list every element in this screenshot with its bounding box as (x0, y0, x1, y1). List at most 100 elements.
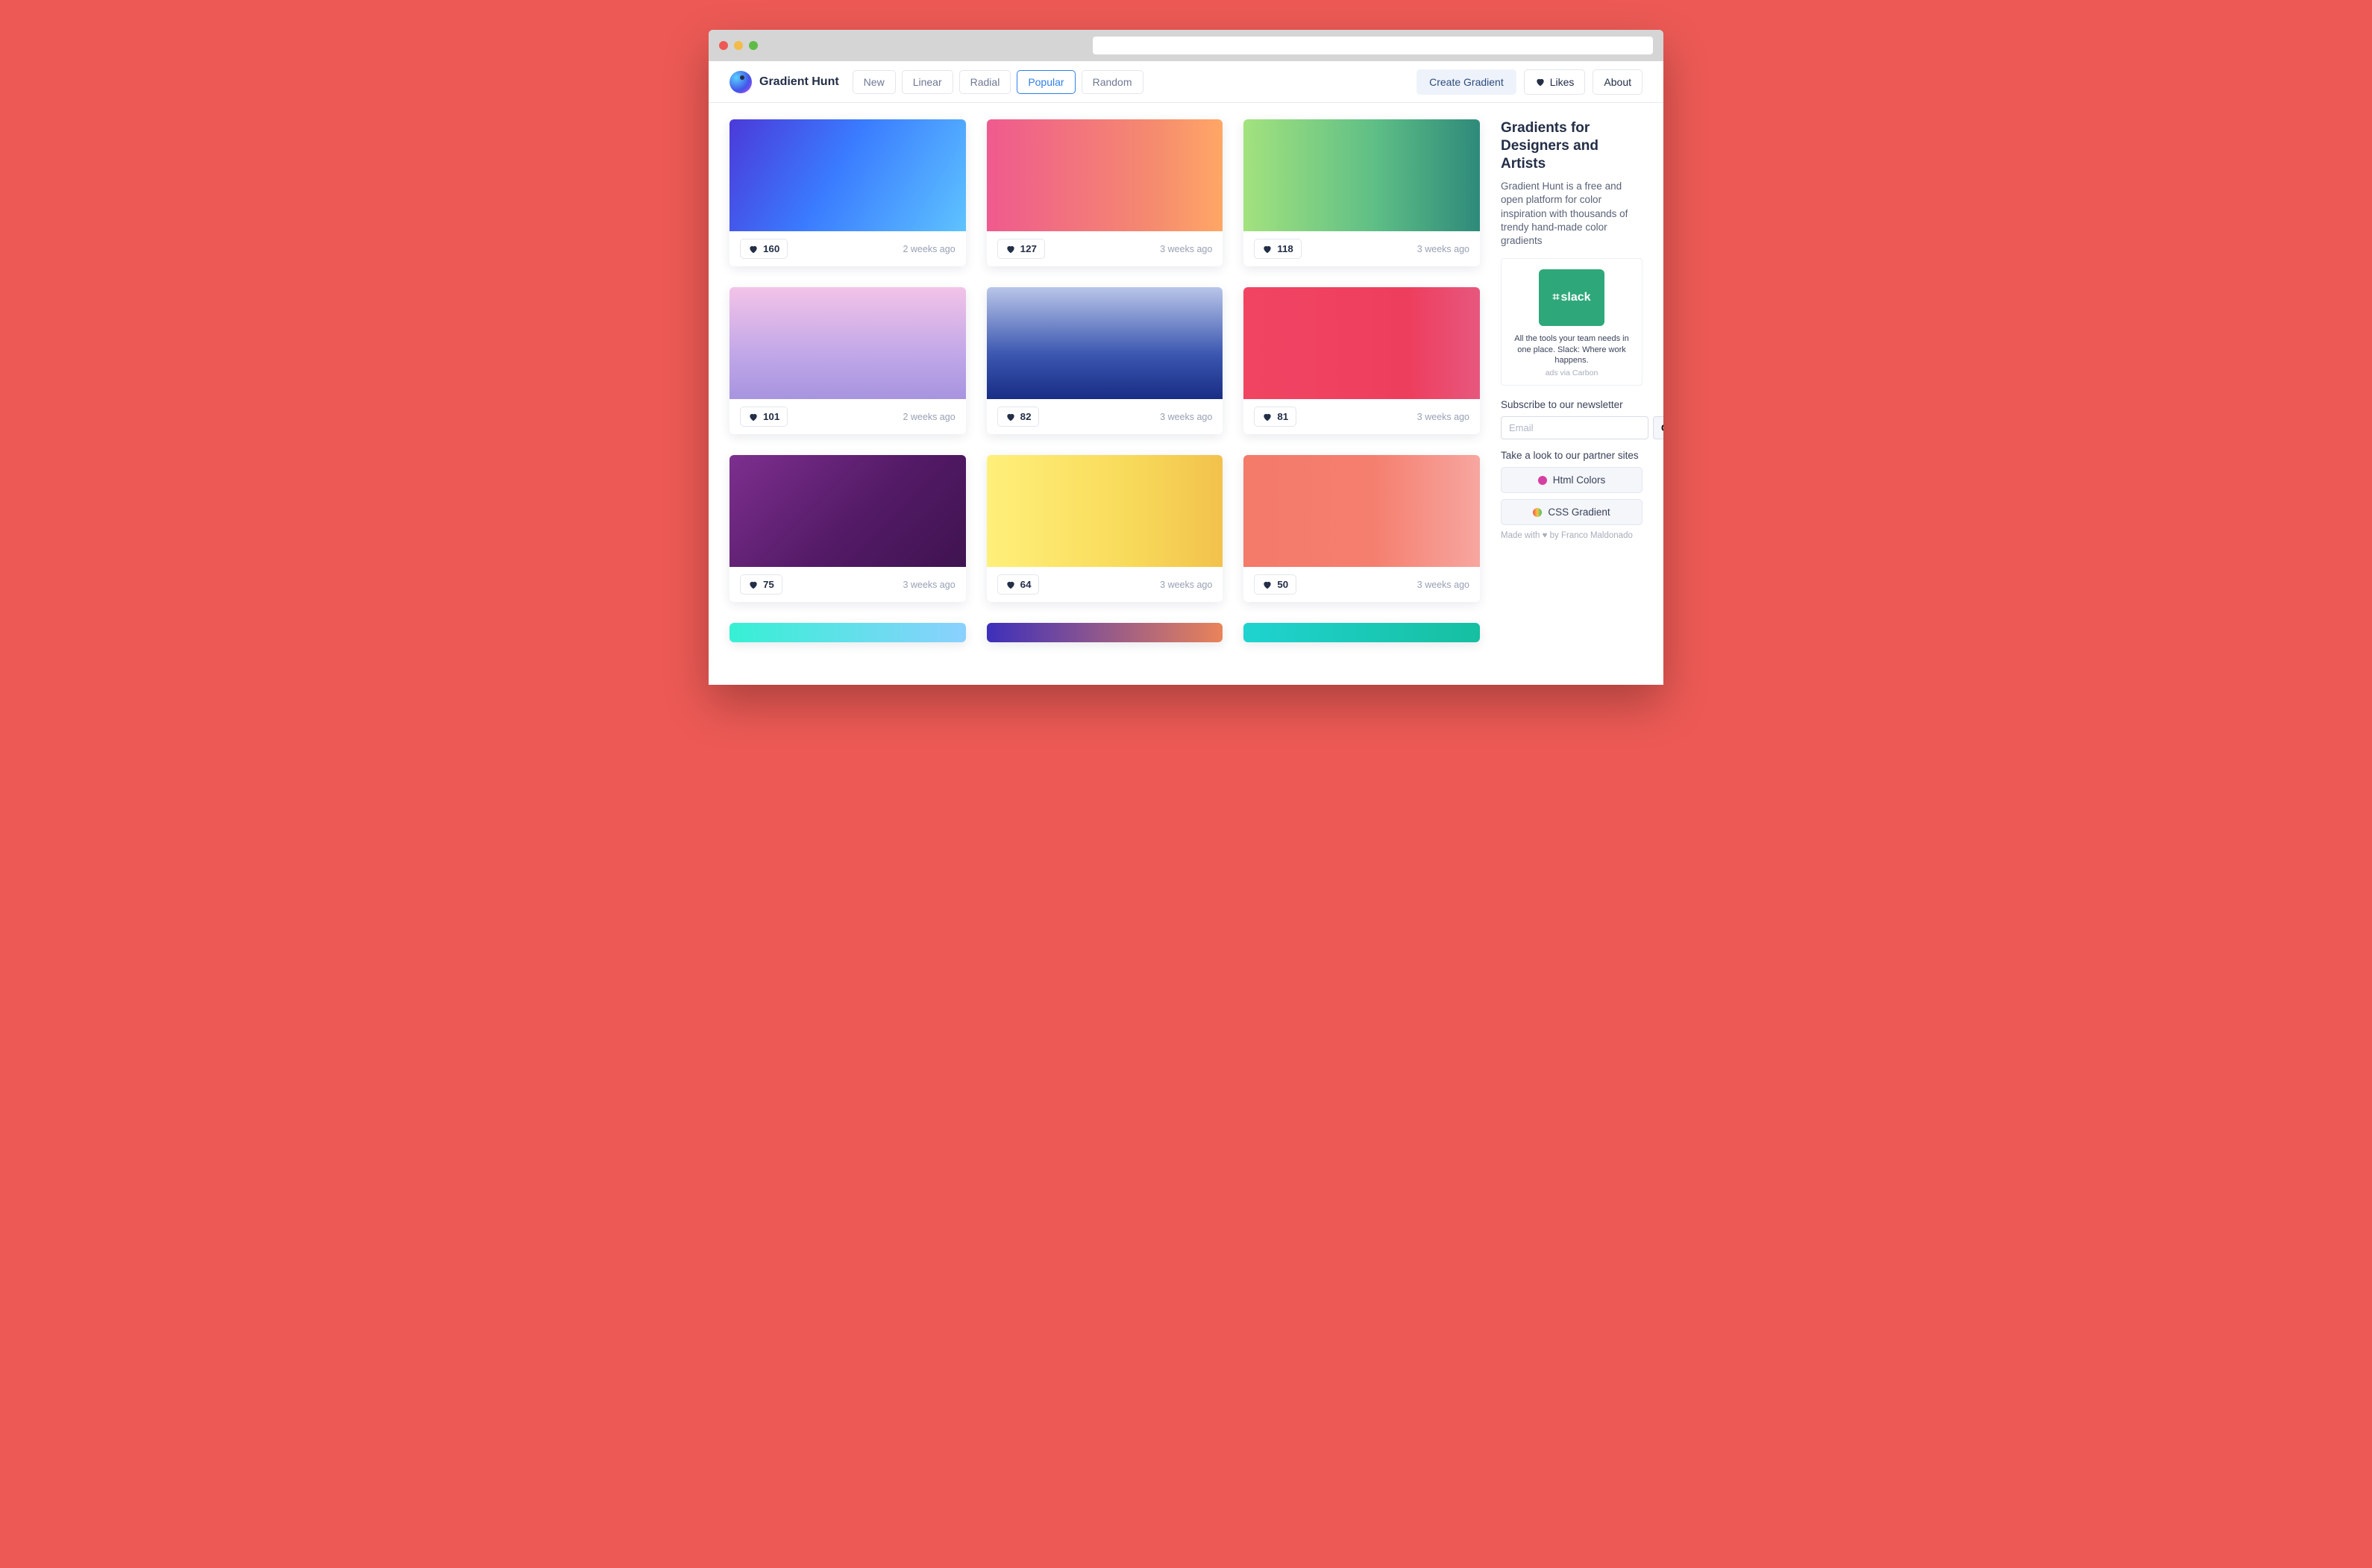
card-age: 3 weeks ago (1160, 580, 1212, 590)
gradient-card[interactable] (1243, 623, 1480, 642)
gradient-swatch (1243, 119, 1480, 231)
gradient-card[interactable]: 1602 weeks ago (730, 119, 966, 266)
like-count: 101 (763, 411, 779, 422)
carbon-ad[interactable]: ⌗slack All the tools your team needs in … (1501, 258, 1642, 386)
gradient-card[interactable] (730, 623, 966, 642)
like-count: 81 (1277, 411, 1288, 422)
like-button[interactable]: 118 (1254, 239, 1302, 259)
nav-random[interactable]: Random (1082, 70, 1143, 94)
like-button[interactable]: 82 (997, 407, 1040, 427)
likes-button[interactable]: Likes (1524, 69, 1586, 95)
nav-radial[interactable]: Radial (959, 70, 1011, 94)
card-age: 3 weeks ago (1417, 580, 1469, 590)
gradient-swatch (987, 623, 1223, 642)
like-button[interactable]: 50 (1254, 574, 1296, 595)
heart-icon (1262, 412, 1273, 422)
brand-name: Gradient Hunt (759, 75, 839, 89)
window-zoom-icon[interactable] (749, 41, 758, 50)
address-bar[interactable] (1093, 37, 1653, 54)
partner-link[interactable]: CSS Gradient (1501, 499, 1642, 525)
like-button[interactable]: 101 (740, 407, 788, 427)
partner-dot-icon (1538, 476, 1547, 485)
sidebar: Gradients for Designers and Artists Grad… (1501, 119, 1642, 685)
credit-line: Made with ♥ by Franco Maldonado (1501, 531, 1642, 540)
ad-copy: All the tools your team needs in one pla… (1510, 333, 1633, 366)
browser-window: Gradient Hunt NewLinearRadialPopular Rand… (709, 30, 1663, 685)
about-button[interactable]: About (1593, 69, 1642, 95)
like-count: 82 (1020, 411, 1032, 422)
card-footer: 50 3 weeks ago (1243, 567, 1480, 602)
gradient-card[interactable]: 81 3 weeks ago (1243, 287, 1480, 434)
heart-icon (748, 412, 759, 422)
window-minimize-icon[interactable] (734, 41, 743, 50)
email-input[interactable] (1501, 416, 1648, 439)
gradient-card[interactable]: 75 3 weeks ago (730, 455, 966, 602)
partner-list: Html Colors CSS Gradient (1501, 467, 1642, 525)
like-button[interactable]: 75 (740, 574, 782, 595)
gradient-swatch (987, 455, 1223, 567)
create-gradient-button[interactable]: Create Gradient (1416, 69, 1516, 95)
main-nav: NewLinearRadialPopular Random (853, 70, 1143, 94)
ad-brand-name: slack (1560, 291, 1590, 304)
gradient-swatch (1243, 455, 1480, 567)
gradient-swatch (730, 455, 966, 567)
window-close-icon[interactable] (719, 41, 728, 50)
gradient-card[interactable]: 64 3 weeks ago (987, 455, 1223, 602)
card-footer: 127 3 weeks ago (987, 231, 1223, 266)
like-button[interactable]: 64 (997, 574, 1040, 595)
gradient-card[interactable]: 118 3 weeks ago (1243, 119, 1480, 266)
nav-new[interactable]: New (853, 70, 896, 94)
heart-icon (748, 244, 759, 254)
likes-label: Likes (1550, 76, 1575, 88)
gradient-card[interactable]: 50 3 weeks ago (1243, 455, 1480, 602)
like-button[interactable]: 127 (997, 239, 1045, 259)
like-count: 160 (763, 243, 779, 254)
brand[interactable]: Gradient Hunt (730, 71, 839, 93)
heart-icon (748, 580, 759, 590)
card-footer: 1602 weeks ago (730, 231, 966, 266)
heart-icon (1262, 244, 1273, 254)
like-count: 75 (763, 579, 774, 590)
card-footer: 75 3 weeks ago (730, 567, 966, 602)
gradient-card[interactable]: 127 3 weeks ago (987, 119, 1223, 266)
heart-icon (1005, 412, 1016, 422)
partner-link[interactable]: Html Colors (1501, 467, 1642, 493)
partners-label: Take a look to our partner sites (1501, 450, 1642, 461)
gradient-swatch (730, 119, 966, 231)
card-footer: 1012 weeks ago (730, 399, 966, 434)
partner-label: Html Colors (1553, 474, 1606, 486)
sidebar-title: Gradients for Designers and Artists (1501, 119, 1642, 172)
like-count: 118 (1277, 243, 1293, 254)
topbar: Gradient Hunt NewLinearRadialPopular Rand… (709, 61, 1663, 103)
gradient-card[interactable]: 1012 weeks ago (730, 287, 966, 434)
card-footer: 81 3 weeks ago (1243, 399, 1480, 434)
ad-brand-logo: ⌗slack (1539, 269, 1604, 326)
heart-icon (1005, 244, 1016, 254)
like-button[interactable]: 160 (740, 239, 788, 259)
card-footer: 82 3 weeks ago (987, 399, 1223, 434)
gradient-grid: 1602 weeks ago 127 3 weeks ago 118 3 weeks a… (730, 119, 1480, 685)
heart-icon (1005, 580, 1016, 590)
gradient-swatch (730, 287, 966, 399)
card-age: 3 weeks ago (1160, 412, 1212, 422)
subscribe-label: Subscribe to our newsletter (1501, 399, 1642, 410)
nav-popular[interactable]: Popular (1017, 70, 1075, 94)
subscribe-button[interactable]: Ok (1653, 416, 1663, 439)
sidebar-description: Gradient Hunt is a free and open platfor… (1501, 180, 1642, 248)
browser-titlebar (709, 30, 1663, 61)
gradient-swatch (730, 623, 966, 642)
card-age: 3 weeks ago (903, 580, 955, 590)
heart-icon (1535, 77, 1546, 87)
heart-icon (1262, 580, 1273, 590)
like-button[interactable]: 81 (1254, 407, 1296, 427)
card-age: 3 weeks ago (1417, 412, 1469, 422)
gradient-card[interactable]: 82 3 weeks ago (987, 287, 1223, 434)
like-count: 50 (1277, 579, 1288, 590)
nav-linear[interactable]: Linear (902, 70, 953, 94)
card-footer: 118 3 weeks ago (1243, 231, 1480, 266)
page-body: 1602 weeks ago 127 3 weeks ago 118 3 weeks a… (709, 103, 1663, 685)
card-age: 3 weeks ago (1160, 244, 1212, 254)
gradient-swatch (1243, 287, 1480, 399)
gradient-card[interactable] (987, 623, 1223, 642)
card-age: 3 weeks ago (1417, 244, 1469, 254)
